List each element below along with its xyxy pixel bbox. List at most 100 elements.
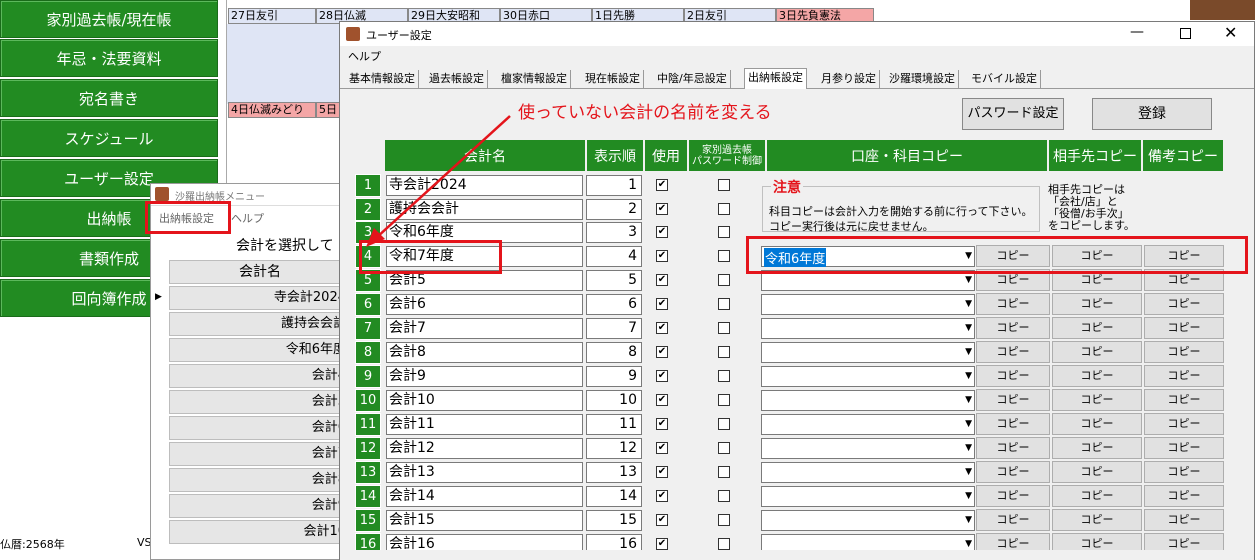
account-name-input[interactable]: 会計9 xyxy=(386,366,583,387)
tab-sara-env[interactable]: 沙羅環境設定 xyxy=(886,70,959,88)
password-control-checkbox[interactable] xyxy=(718,179,730,191)
account-name-input[interactable]: 会計11 xyxy=(386,414,583,435)
display-order-input[interactable]: 14 xyxy=(586,486,642,507)
copy-account-button[interactable]: コピー xyxy=(976,341,1050,363)
copy-source-select[interactable]: ▼ xyxy=(761,366,975,387)
copy-account-button[interactable]: コピー xyxy=(976,437,1050,459)
copy-source-select[interactable]: ▼ xyxy=(761,294,975,315)
copy-remarks-button[interactable]: コピー xyxy=(1144,485,1224,507)
tab-tsukimairi[interactable]: 月参り設定 xyxy=(818,70,880,88)
copy-account-button[interactable]: コピー xyxy=(976,509,1050,531)
menu-atena-button[interactable]: 宛名書き xyxy=(0,79,218,117)
copy-account-button[interactable]: コピー xyxy=(976,413,1050,435)
copy-remarks-button[interactable]: コピー xyxy=(1144,365,1224,387)
copy-account-button[interactable]: コピー xyxy=(976,389,1050,411)
calendar-cell[interactable]: 4日仏滅みどり xyxy=(228,102,316,118)
display-order-input[interactable]: 13 xyxy=(586,462,642,483)
copy-remarks-button[interactable]: コピー xyxy=(1144,389,1224,411)
account-list-item[interactable]: 会計4 xyxy=(169,364,349,388)
account-name-input[interactable]: 会計13 xyxy=(386,462,583,483)
account-list-item[interactable]: 会計5 xyxy=(169,390,349,414)
copy-remarks-button[interactable]: コピー xyxy=(1144,437,1224,459)
copy-partner-button[interactable]: コピー xyxy=(1052,389,1142,411)
account-list-item[interactable]: 会計8 xyxy=(169,468,349,492)
copy-source-select[interactable]: ▼ xyxy=(761,318,975,339)
copy-source-select[interactable]: ▼ xyxy=(761,462,975,483)
password-control-checkbox[interactable] xyxy=(718,346,730,358)
display-order-input[interactable]: 9 xyxy=(586,366,642,387)
tab-basic[interactable]: 基本情報設定 xyxy=(346,70,419,88)
register-button[interactable]: 登録 xyxy=(1092,98,1212,130)
copy-account-button[interactable]: コピー xyxy=(976,485,1050,507)
copy-remarks-button[interactable]: コピー xyxy=(1144,317,1224,339)
copy-source-select[interactable]: ▼ xyxy=(761,438,975,459)
use-checkbox[interactable]: ✔ xyxy=(656,298,668,310)
account-name-input[interactable]: 会計10 xyxy=(386,390,583,411)
password-control-checkbox[interactable] xyxy=(718,514,730,526)
use-checkbox[interactable]: ✔ xyxy=(656,179,668,191)
use-checkbox[interactable]: ✔ xyxy=(656,490,668,502)
use-checkbox[interactable]: ✔ xyxy=(656,370,668,382)
copy-source-select[interactable]: ▼ xyxy=(761,342,975,363)
use-checkbox[interactable]: ✔ xyxy=(656,418,668,430)
tab-suitocho[interactable]: 出納帳設定 xyxy=(744,68,807,89)
copy-account-button[interactable]: コピー xyxy=(976,293,1050,315)
copy-partner-button[interactable]: コピー xyxy=(1052,509,1142,531)
maximize-icon[interactable] xyxy=(1180,28,1191,39)
copy-account-button[interactable]: コピー xyxy=(976,317,1050,339)
use-checkbox[interactable]: ✔ xyxy=(656,466,668,478)
copy-account-button[interactable]: コピー xyxy=(976,365,1050,387)
use-checkbox[interactable]: ✔ xyxy=(656,538,668,550)
copy-remarks-button[interactable]: コピー xyxy=(1144,413,1224,435)
password-settings-button[interactable]: パスワード設定 xyxy=(962,98,1064,130)
menu-kabetsu-button[interactable]: 家別過去帳/現在帳 xyxy=(0,0,218,38)
use-checkbox[interactable]: ✔ xyxy=(656,346,668,358)
copy-remarks-button[interactable]: コピー xyxy=(1144,509,1224,531)
password-control-checkbox[interactable] xyxy=(718,274,730,286)
menu-nenki-button[interactable]: 年忌・法要資料 xyxy=(0,39,218,77)
display-order-input[interactable]: 7 xyxy=(586,318,642,339)
use-checkbox[interactable]: ✔ xyxy=(656,226,668,238)
sub-menu-help[interactable]: ヘルプ xyxy=(231,210,264,226)
account-name-input[interactable]: 会計8 xyxy=(386,342,583,363)
display-order-input[interactable]: 11 xyxy=(586,414,642,435)
copy-partner-button[interactable]: コピー xyxy=(1052,341,1142,363)
password-control-checkbox[interactable] xyxy=(718,538,730,550)
copy-source-select[interactable]: ▼ xyxy=(761,390,975,411)
copy-partner-button[interactable]: コピー xyxy=(1052,365,1142,387)
copy-remarks-button[interactable]: コピー xyxy=(1144,341,1224,363)
copy-remarks-button[interactable]: コピー xyxy=(1144,293,1224,315)
menu-schedule-button[interactable]: スケジュール xyxy=(0,119,218,157)
account-name-input[interactable]: 会計14 xyxy=(386,486,583,507)
password-control-checkbox[interactable] xyxy=(718,250,730,262)
copy-partner-button[interactable]: コピー xyxy=(1052,485,1142,507)
main-menu-help[interactable]: ヘルプ xyxy=(348,48,381,64)
account-list-item[interactable]: 寺会計2024 xyxy=(169,286,349,310)
password-control-checkbox[interactable] xyxy=(718,418,730,430)
display-order-input[interactable]: 2 xyxy=(586,199,642,220)
password-control-checkbox[interactable] xyxy=(718,370,730,382)
copy-partner-button[interactable]: コピー xyxy=(1052,461,1142,483)
account-name-input[interactable]: 会計7 xyxy=(386,318,583,339)
password-control-checkbox[interactable] xyxy=(718,394,730,406)
tab-chuin[interactable]: 中陰/年忌設定 xyxy=(654,70,731,88)
display-order-input[interactable]: 15 xyxy=(586,510,642,531)
display-order-input[interactable]: 4 xyxy=(586,246,642,267)
account-list-item[interactable]: 会計9 xyxy=(169,494,349,518)
password-control-checkbox[interactable] xyxy=(718,298,730,310)
account-list-item[interactable]: 会計6 xyxy=(169,416,349,440)
copy-source-select[interactable]: ▼ xyxy=(761,486,975,507)
use-checkbox[interactable]: ✔ xyxy=(656,442,668,454)
calendar-cell[interactable]: 27日友引 xyxy=(228,8,316,24)
display-order-input[interactable]: 6 xyxy=(586,294,642,315)
password-control-checkbox[interactable] xyxy=(718,203,730,215)
close-icon[interactable]: ✕ xyxy=(1224,23,1237,42)
account-name-input[interactable]: 会計6 xyxy=(386,294,583,315)
calendar-cell[interactable]: 5日 xyxy=(316,102,340,118)
password-control-checkbox[interactable] xyxy=(718,442,730,454)
copy-partner-button[interactable]: コピー xyxy=(1052,293,1142,315)
tab-mobile[interactable]: モバイル設定 xyxy=(968,70,1041,88)
tab-danka[interactable]: 檀家情報設定 xyxy=(498,70,571,88)
password-control-checkbox[interactable] xyxy=(718,490,730,502)
use-checkbox[interactable]: ✔ xyxy=(656,250,668,262)
